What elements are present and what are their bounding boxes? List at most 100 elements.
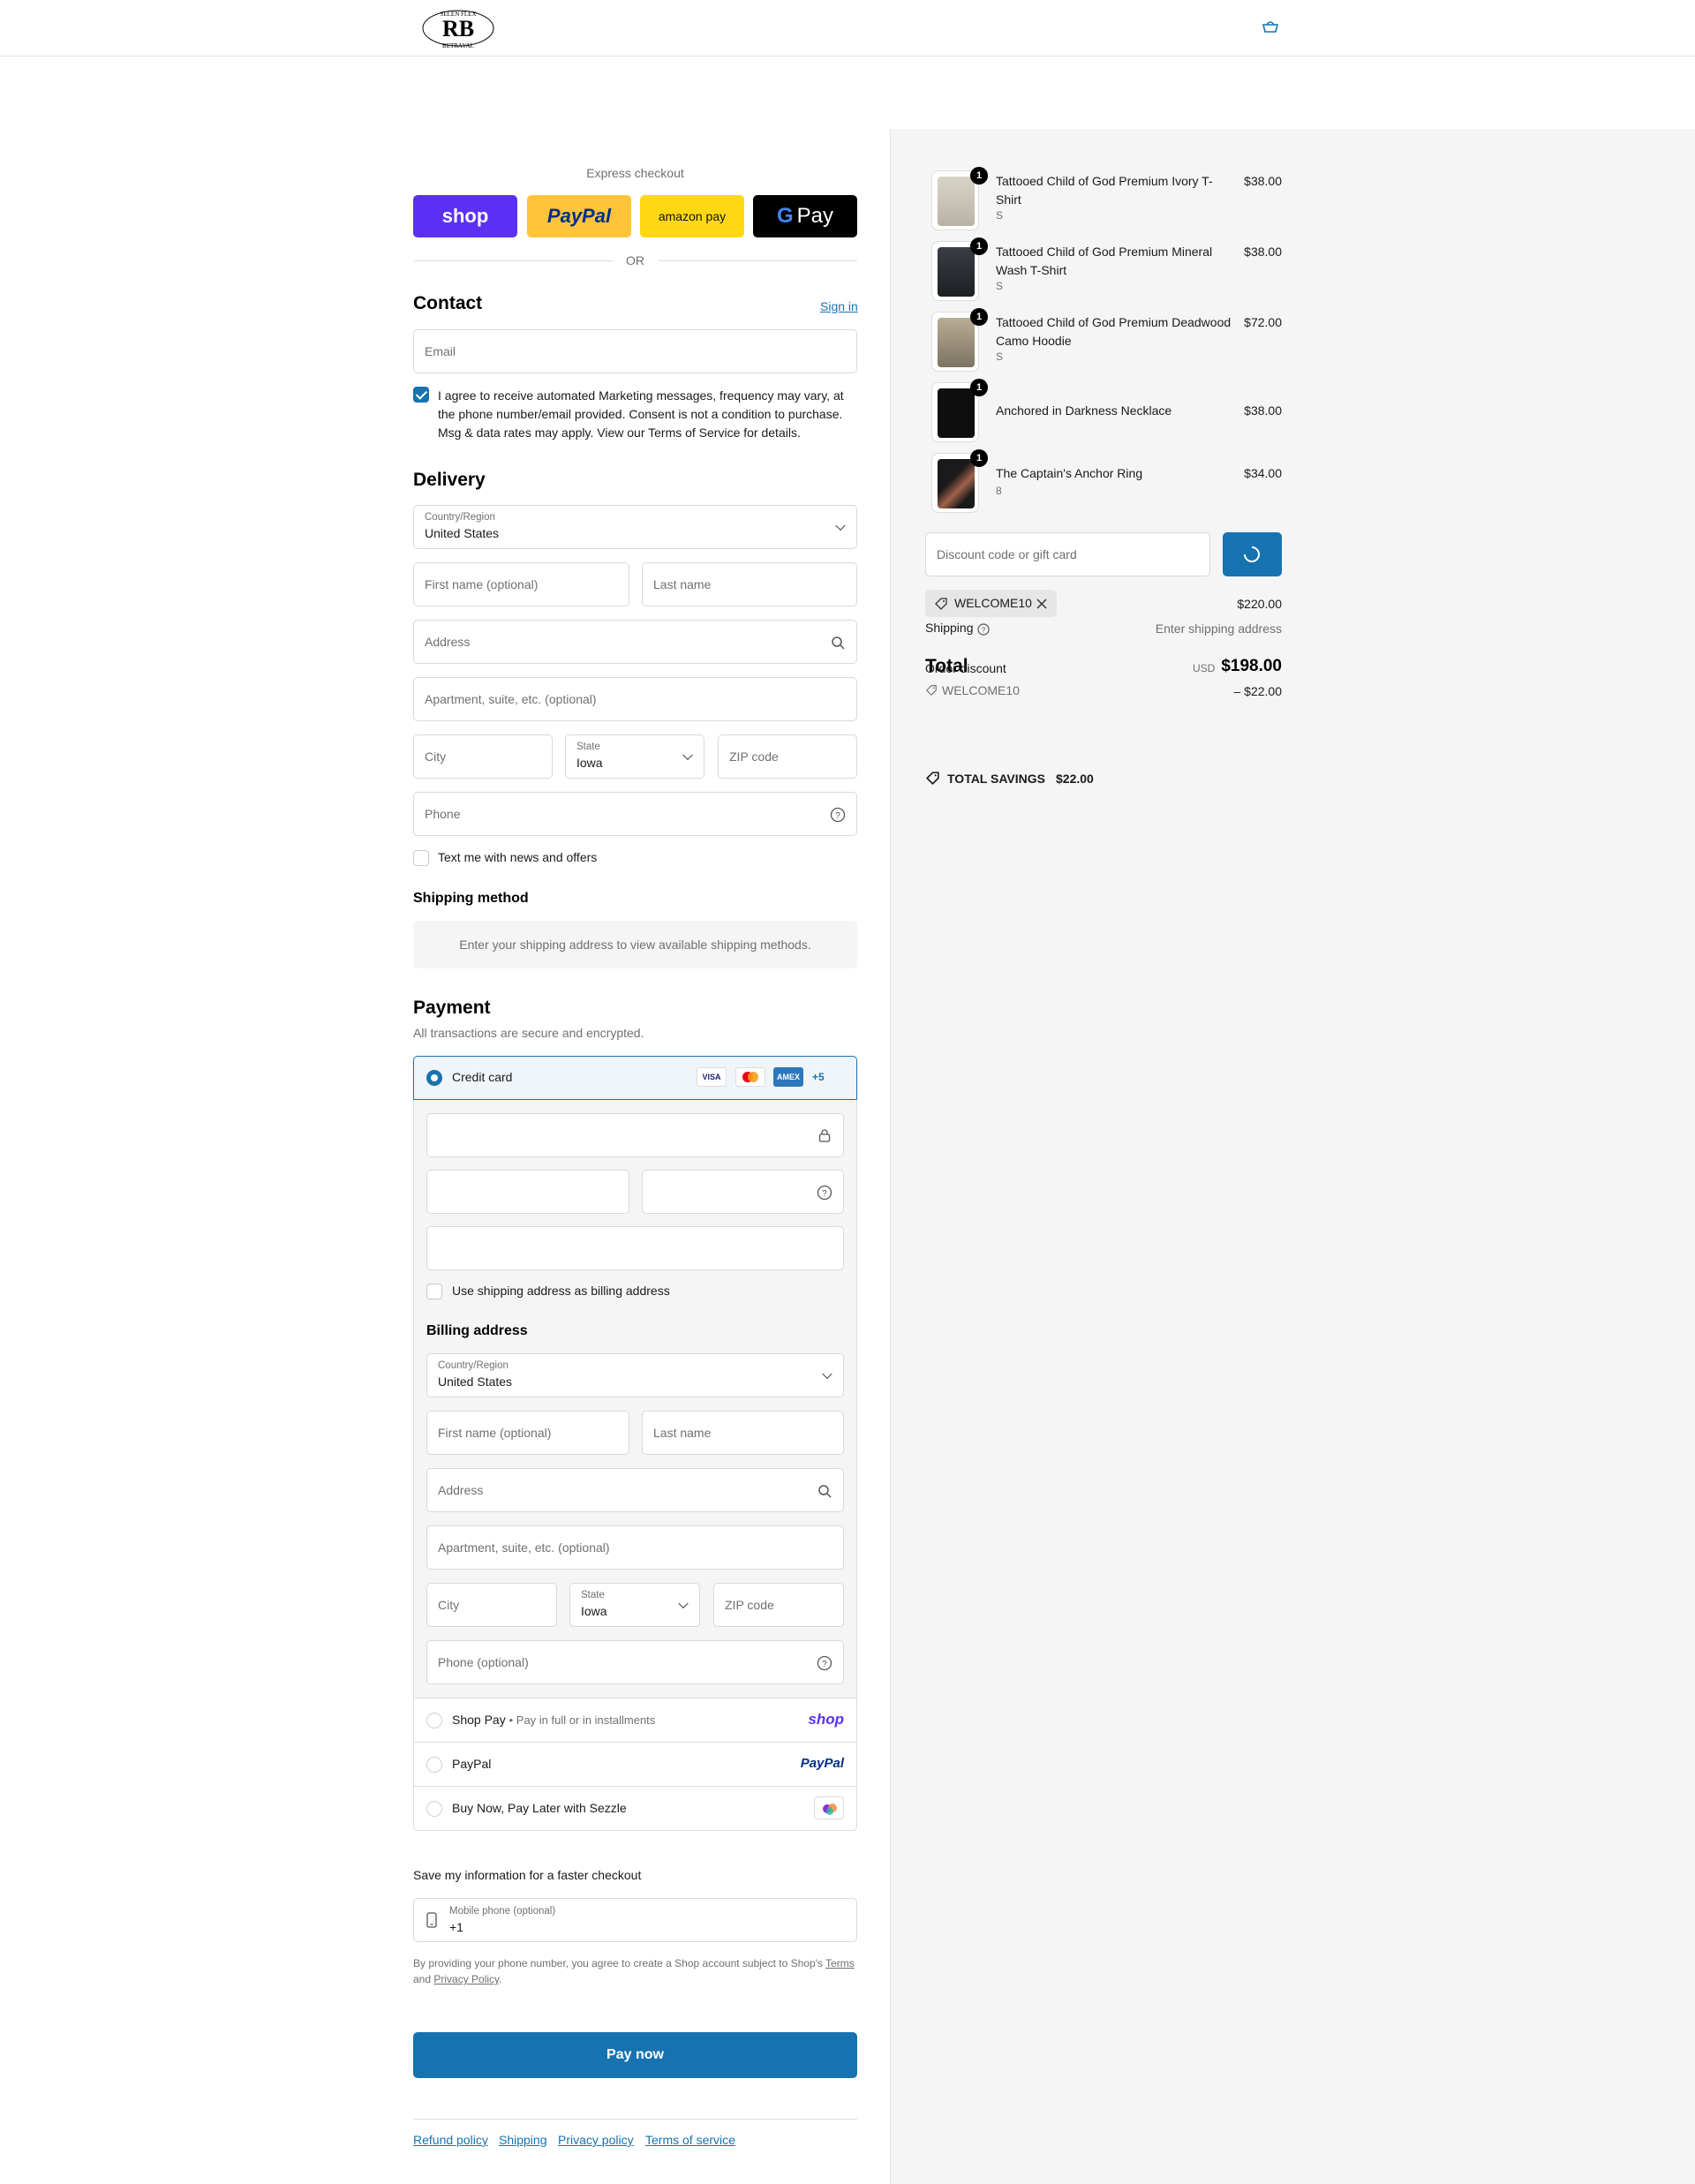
billing-address-field[interactable]: Address xyxy=(426,1468,844,1512)
applied-discount-code: WELCOME10 xyxy=(942,683,1020,697)
marketing-consent-text: I agree to receive automated Marketing m… xyxy=(438,388,844,440)
svg-text:?: ? xyxy=(822,1660,827,1669)
shipping-policy-link[interactable]: Shipping xyxy=(499,2133,547,2147)
product-price: $38.00 xyxy=(1244,174,1282,188)
paypal-option[interactable]: PayPal PayPal xyxy=(413,1743,857,1787)
billing-city-field[interactable]: City xyxy=(426,1583,557,1627)
zip-field[interactable]: ZIP code xyxy=(718,734,857,779)
help-icon[interactable]: ? xyxy=(817,1655,832,1671)
state-select[interactable]: State Iowa xyxy=(565,734,704,779)
city-placeholder: City xyxy=(425,749,447,764)
apartment-placeholder: Apartment, suite, etc. (optional) xyxy=(425,692,597,706)
sezzle-icon xyxy=(814,1796,844,1819)
credit-card-label: Credit card xyxy=(452,1070,513,1084)
address-field[interactable]: Address xyxy=(413,620,857,664)
mastercard-icon xyxy=(735,1067,765,1087)
last-name-field[interactable]: Last name xyxy=(642,562,857,606)
billing-address-title: Billing address xyxy=(426,1323,528,1338)
first-name-field[interactable]: First name (optional) xyxy=(413,562,629,606)
search-icon xyxy=(818,1485,832,1498)
chevron-down-icon xyxy=(678,1598,689,1609)
visa-icon: VISA xyxy=(697,1067,727,1087)
google-pay-express-button[interactable]: G Pay xyxy=(753,195,857,237)
billing-apartment-field[interactable]: Apartment, suite, etc. (optional) xyxy=(426,1525,844,1570)
country-select[interactable]: Country/Region United States xyxy=(413,505,857,549)
help-icon[interactable]: ? xyxy=(830,807,846,823)
privacy-policy-link[interactable]: Privacy policy xyxy=(558,2133,634,2147)
card-expiry-field[interactable] xyxy=(426,1170,629,1214)
sezzle-radio[interactable] xyxy=(426,1801,442,1817)
chevron-down-icon xyxy=(822,1368,832,1380)
card-cvv-field[interactable]: ? xyxy=(642,1170,844,1214)
footer-divider xyxy=(413,2119,857,2120)
shipping-method-message: Enter your shipping address to view avai… xyxy=(413,921,857,968)
svg-text:?: ? xyxy=(835,811,840,821)
billing-last-name-field[interactable]: Last name xyxy=(642,1411,844,1455)
subtotal-value: $220.00 xyxy=(1237,597,1282,611)
marketing-consent-checkbox[interactable] xyxy=(413,387,429,403)
shipping-value: Enter shipping address xyxy=(1155,621,1282,636)
name-on-card-field[interactable] xyxy=(426,1226,844,1270)
svg-text:?: ? xyxy=(982,627,986,635)
pay-now-button[interactable]: Pay now xyxy=(413,2032,857,2078)
shop-pay-radio[interactable] xyxy=(426,1713,442,1728)
refund-policy-link[interactable]: Refund policy xyxy=(413,2133,488,2147)
product-variant: 8 xyxy=(996,485,1002,497)
legal-and-text: and xyxy=(413,1973,432,1985)
help-icon[interactable]: ? xyxy=(817,1185,832,1201)
email-field[interactable]: Email xyxy=(413,329,857,373)
logo-arc-top: SELEN FLEX xyxy=(440,11,476,18)
text-offers-checkbox[interactable] xyxy=(413,850,429,866)
state-value: Iowa xyxy=(576,756,603,770)
sezzle-option[interactable]: Buy Now, Pay Later with Sezzle xyxy=(413,1787,857,1831)
billing-last-name-placeholder: Last name xyxy=(653,1426,712,1440)
billing-first-name-field[interactable]: First name (optional) xyxy=(426,1411,629,1455)
billing-country-select[interactable]: Country/Region United States xyxy=(426,1353,844,1397)
card-number-field[interactable] xyxy=(426,1113,844,1157)
paypal-label: PayPal xyxy=(452,1757,492,1771)
lock-icon xyxy=(818,1129,831,1142)
terms-of-service-link[interactable]: Terms of service xyxy=(645,2133,735,2147)
billing-state-select[interactable]: State Iowa xyxy=(569,1583,700,1627)
total-savings-label: TOTAL SAVINGS xyxy=(947,772,1045,786)
order-discount-label: Order discount xyxy=(925,661,1006,675)
product-price: $72.00 xyxy=(1244,315,1282,329)
mobile-phone-value: +1 xyxy=(449,1920,463,1934)
store-logo[interactable]: RB SELEN FLEX BETRAYAL xyxy=(418,7,498,49)
billing-country-label: Country/Region xyxy=(438,1360,508,1371)
svg-text:?: ? xyxy=(822,1189,827,1199)
amazon-pay-express-button[interactable]: amazon pay xyxy=(640,195,744,237)
credit-card-radio[interactable] xyxy=(426,1070,442,1086)
shop-terms-link[interactable]: Terms xyxy=(825,1957,855,1969)
tag-icon xyxy=(925,685,937,697)
paypal-radio[interactable] xyxy=(426,1757,442,1773)
tag-icon xyxy=(935,598,947,610)
apartment-field[interactable]: Apartment, suite, etc. (optional) xyxy=(413,677,857,721)
discount-code-input[interactable]: Discount code or gift card xyxy=(925,532,1210,576)
sign-in-link[interactable]: Sign in xyxy=(820,299,858,313)
product-price: $38.00 xyxy=(1244,403,1282,418)
shop-pay-option[interactable]: Shop Pay • Pay in full or in installment… xyxy=(413,1698,857,1743)
paypal-express-button[interactable]: PayPal xyxy=(527,195,631,237)
apply-discount-button[interactable] xyxy=(1223,532,1282,576)
country-label: Country/Region xyxy=(425,512,495,523)
google-g-icon: G xyxy=(776,204,794,228)
shop-privacy-link[interactable]: Privacy Policy xyxy=(433,1973,499,1985)
shop-pay-label: Shop Pay xyxy=(452,1713,506,1727)
billing-zip-field[interactable]: ZIP code xyxy=(713,1583,844,1627)
billing-phone-field[interactable]: Phone (optional) ? xyxy=(426,1640,844,1684)
help-icon[interactable]: ? xyxy=(977,623,990,636)
city-field[interactable]: City xyxy=(413,734,553,779)
mobile-phone-field[interactable]: Mobile phone (optional) +1 xyxy=(413,1898,857,1942)
phone-field[interactable]: Phone ? xyxy=(413,792,857,836)
use-shipping-as-billing-checkbox[interactable] xyxy=(426,1284,442,1299)
use-shipping-as-billing-label: Use shipping address as billing address xyxy=(452,1284,670,1298)
shop-pay-logo: shop xyxy=(441,205,489,227)
billing-city-placeholder: City xyxy=(438,1598,460,1612)
product-name: Tattooed Child of God Premium Mineral Wa… xyxy=(996,245,1213,277)
close-icon[interactable] xyxy=(1036,599,1047,609)
bag-icon[interactable] xyxy=(1261,19,1280,34)
shop-pay-express-button[interactable]: shop xyxy=(413,195,517,237)
product-price: $34.00 xyxy=(1244,466,1282,480)
currency-code: USD xyxy=(1193,662,1216,674)
